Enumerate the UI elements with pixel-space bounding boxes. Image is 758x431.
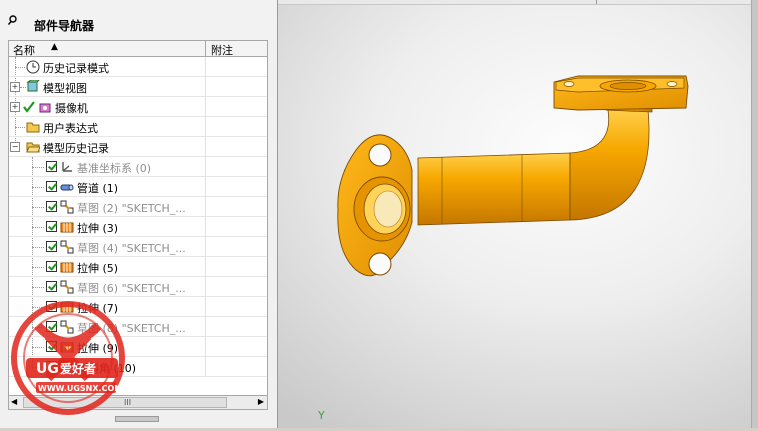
tree-node-label: 管道 (1) — [77, 182, 119, 195]
collapse-icon[interactable]: − — [10, 142, 20, 152]
check-mark-icon — [23, 101, 35, 113]
pipe-part-model[interactable] — [278, 0, 758, 428]
viewport-right-border — [751, 0, 758, 428]
tree-node-label: 摄像机 — [55, 102, 88, 115]
visibility-checkbox[interactable] — [46, 261, 57, 272]
tree-node-extrude-3[interactable]: 拉伸 (3) — [9, 217, 267, 237]
clock-icon — [26, 60, 40, 74]
tree-node-label: 草图 (2) "SKETCH_... — [77, 202, 186, 215]
tree-node-sketch-4[interactable]: 草图 (4) "SKETCH_... — [9, 237, 267, 257]
tree-node-datum-csys[interactable]: 基准坐标系 (0) — [9, 157, 267, 177]
graphics-viewport[interactable] — [278, 0, 758, 428]
sketch-icon — [60, 280, 74, 294]
column-header-name[interactable]: 名称 — [13, 42, 35, 58]
tree-node-label: 模型视图 — [43, 82, 87, 95]
tree-node-sketch-2[interactable]: 草图 (2) "SKETCH_... — [9, 197, 267, 217]
model-views-icon — [26, 80, 40, 92]
tree-node-label: 草图 (6) "SKETCH_... — [77, 282, 186, 295]
folder-open-icon — [26, 142, 40, 153]
tree-node-model-history[interactable]: − 模型历史记录 — [9, 137, 267, 157]
visibility-checkbox[interactable] — [46, 221, 57, 232]
visibility-checkbox[interactable] — [46, 201, 57, 212]
tree-node-extrude-5[interactable]: 拉伸 (5) — [9, 257, 267, 277]
tree-node-sketch-6[interactable]: 草图 (6) "SKETCH_... — [9, 277, 267, 297]
visibility-checkbox[interactable] — [46, 281, 57, 292]
expand-icon[interactable]: + — [10, 102, 20, 112]
tree-node-camera[interactable]: + 摄像机 — [9, 97, 267, 117]
panel-title: 部件导航器 — [34, 19, 95, 33]
visibility-checkbox[interactable] — [46, 161, 57, 172]
svg-text:爱好者: 爱好者 — [60, 361, 96, 376]
tree-node-label: 草图 (4) "SKETCH_... — [77, 242, 186, 255]
tree-node-model-views[interactable]: + 模型视图 — [9, 77, 267, 97]
tree-node-label: 基准坐标系 (0) — [77, 162, 152, 175]
pin-icon[interactable] — [8, 15, 18, 25]
tree-node-history-mode[interactable]: 历史记录模式 — [9, 57, 267, 77]
ug-logo-watermark: UG 爱好者 WWW.UGSNX.COM — [11, 301, 125, 415]
tree-node-tube[interactable]: 管道 (1) — [9, 177, 267, 197]
part-navigator-panel: 部件导航器 名称 ▲ 附注 历史记录模式 + 模型视图 + 摄像机 用户表达式 … — [0, 0, 278, 428]
tree-node-label: 模型历史记录 — [43, 142, 109, 155]
tree-node-label: 拉伸 (3) — [77, 222, 119, 235]
tree-node-label: 用户表达式 — [43, 122, 98, 135]
expand-icon[interactable]: + — [10, 82, 20, 92]
datum-csys-icon — [62, 162, 72, 172]
y-axis-label: Y — [318, 409, 325, 422]
tree-node-label: 历史记录模式 — [43, 62, 109, 75]
svg-text:UG: UG — [36, 361, 59, 377]
folder-icon — [26, 122, 40, 133]
visibility-checkbox[interactable] — [46, 181, 57, 192]
panel-title-bar: 部件导航器 — [0, 0, 277, 40]
extrude-icon — [60, 262, 74, 273]
tree-header: 名称 ▲ 附注 — [8, 40, 268, 57]
sketch-icon — [60, 200, 74, 214]
visibility-checkbox[interactable] — [46, 241, 57, 252]
tree-node-user-expressions[interactable]: 用户表达式 — [9, 117, 267, 137]
scroll-right-icon[interactable]: ▶ — [258, 397, 264, 406]
tree-node-label: 拉伸 (5) — [77, 262, 119, 275]
viewport-top-strip — [278, 0, 758, 5]
camera-icon — [39, 103, 51, 113]
tube-icon — [60, 184, 74, 191]
sketch-icon — [60, 240, 74, 254]
svg-text:WWW.UGSNX.COM: WWW.UGSNX.COM — [38, 384, 122, 393]
column-header-note[interactable]: 附注 — [211, 42, 233, 58]
extrude-icon — [60, 222, 74, 233]
sort-ascending-icon: ▲ — [51, 42, 58, 52]
